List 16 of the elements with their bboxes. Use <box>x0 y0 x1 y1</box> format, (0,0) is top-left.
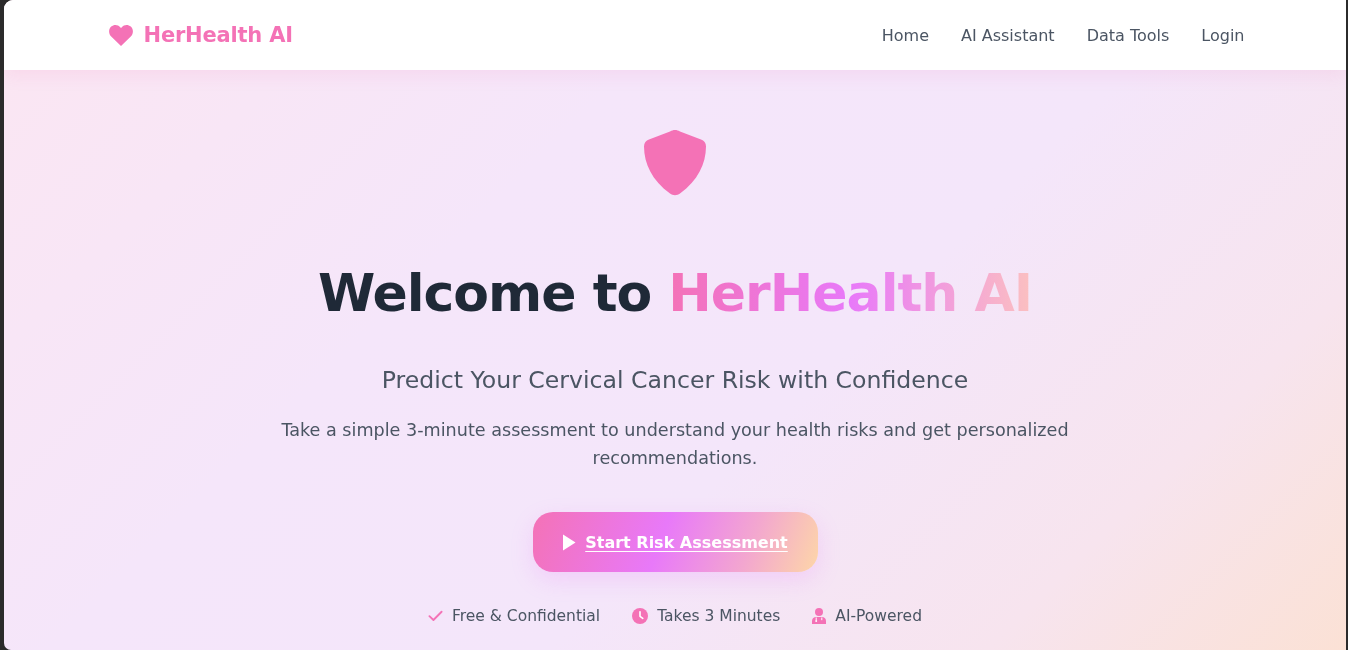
nav-link[interactable]: AI Assistant <box>961 25 1055 45</box>
nav-link[interactable]: Home <box>881 25 929 45</box>
doctor-icon <box>812 608 827 624</box>
nav-link[interactable]: Data Tools <box>1086 25 1170 45</box>
hero-description: Take a simple 3-minute assessment to understand your health risks and get personalized recommendations. <box>280 419 1070 470</box>
play-icon <box>562 533 577 551</box>
nav-link[interactable]: Login <box>1201 25 1245 45</box>
feature-label: AI-Powered <box>835 606 922 627</box>
feature-label: Free & Confidential <box>452 606 601 627</box>
check-icon <box>428 610 443 622</box>
clock-icon <box>632 608 649 624</box>
heart-icon <box>108 24 133 46</box>
shield-icon <box>644 130 706 196</box>
feature-label: Takes 3 Minutes <box>657 606 781 627</box>
hero-heading: Welcome to HerHealth AI <box>317 262 1033 324</box>
hero-subtitle: Predict Your Cervical Cancer Risk with Confidence <box>381 365 969 396</box>
